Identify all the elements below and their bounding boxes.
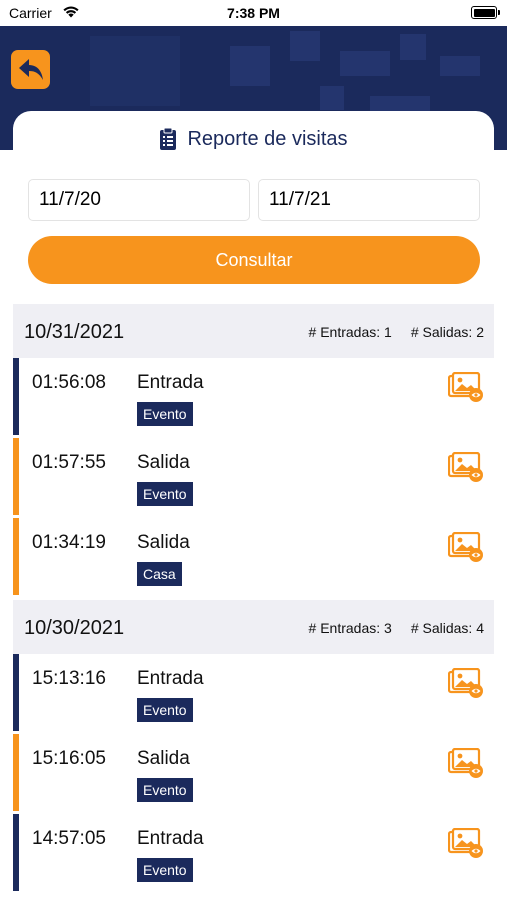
view-photos-icon[interactable] bbox=[447, 747, 484, 780]
salida-indicator-bar bbox=[13, 438, 19, 515]
consult-button[interactable]: Consultar bbox=[28, 236, 480, 284]
visit-row[interactable]: 15:16:05 Salida Evento bbox=[13, 734, 494, 811]
visit-time: 01:57:55 bbox=[32, 452, 106, 473]
visit-category-badge: Evento bbox=[137, 778, 193, 802]
visit-type: Entrada bbox=[137, 668, 204, 689]
start-date-input[interactable] bbox=[28, 179, 250, 221]
visit-category-badge: Evento bbox=[137, 858, 193, 882]
back-button[interactable] bbox=[11, 50, 50, 89]
visit-type: Entrada bbox=[137, 372, 204, 393]
visit-row[interactable]: 01:56:08 Entrada Evento bbox=[13, 358, 494, 435]
entradas-count: # Entradas: 3 bbox=[308, 620, 392, 636]
date-group-header: 10/30/2021 # Entradas: 3 # Salidas: 4 bbox=[13, 600, 494, 654]
group-counts: # Entradas: 1 # Salidas: 2 bbox=[309, 324, 484, 340]
visit-time: 01:56:08 bbox=[32, 372, 106, 393]
view-photos-icon[interactable] bbox=[447, 451, 484, 484]
report-title-row: Reporte de visitas bbox=[13, 125, 494, 153]
group-date: 10/31/2021 bbox=[24, 321, 125, 343]
visit-row[interactable]: 14:57:05 Entrada Evento bbox=[13, 814, 494, 891]
end-date-input[interactable] bbox=[258, 179, 480, 221]
view-photos-icon[interactable] bbox=[447, 371, 484, 404]
visit-type: Entrada bbox=[137, 828, 204, 849]
view-photos-icon[interactable] bbox=[447, 827, 484, 860]
visit-type: Salida bbox=[137, 452, 190, 473]
entrada-indicator-bar bbox=[13, 358, 19, 435]
visit-row[interactable]: 01:57:55 Salida Evento bbox=[13, 438, 494, 515]
salida-indicator-bar bbox=[13, 734, 19, 811]
visit-category-badge: Evento bbox=[137, 482, 193, 506]
group-date: 10/30/2021 bbox=[24, 617, 125, 639]
entrada-indicator-bar bbox=[13, 814, 19, 891]
entradas-count: # Entradas: 1 bbox=[308, 324, 392, 340]
visit-type: Salida bbox=[137, 532, 190, 553]
visit-category-badge: Evento bbox=[137, 698, 193, 722]
clock: 7:38 PM bbox=[227, 5, 280, 21]
visit-row[interactable]: 15:13:16 Entrada Evento bbox=[13, 654, 494, 731]
visit-time: 01:34:19 bbox=[32, 532, 106, 553]
status-bar: Carrier 7:38 PM bbox=[0, 0, 507, 26]
date-group-header: 10/31/2021 # Entradas: 1 # Salidas: 2 bbox=[13, 304, 494, 358]
visit-row[interactable]: 01:34:19 Salida Casa bbox=[13, 518, 494, 595]
view-photos-icon[interactable] bbox=[447, 531, 484, 564]
visit-category-badge: Evento bbox=[137, 402, 193, 426]
page-title: Reporte de visitas bbox=[187, 127, 348, 150]
visit-time: 14:57:05 bbox=[32, 828, 106, 849]
visit-category-badge: Casa bbox=[137, 562, 182, 586]
salidas-count: # Salidas: 2 bbox=[410, 324, 484, 340]
visit-time: 15:16:05 bbox=[32, 748, 106, 769]
battery-icon bbox=[471, 6, 500, 19]
salida-indicator-bar bbox=[13, 518, 19, 595]
clipboard-list-icon bbox=[160, 127, 177, 150]
report-card: Reporte de visitas Consultar 10/31/2021 #… bbox=[13, 111, 494, 911]
salidas-count: # Salidas: 4 bbox=[410, 620, 484, 636]
back-arrow-icon bbox=[18, 58, 43, 80]
entrada-indicator-bar bbox=[13, 654, 19, 731]
visit-type: Salida bbox=[137, 748, 190, 769]
view-photos-icon[interactable] bbox=[447, 667, 484, 700]
visit-time: 15:13:16 bbox=[32, 668, 106, 689]
group-counts: # Entradas: 3 # Salidas: 4 bbox=[309, 620, 484, 636]
